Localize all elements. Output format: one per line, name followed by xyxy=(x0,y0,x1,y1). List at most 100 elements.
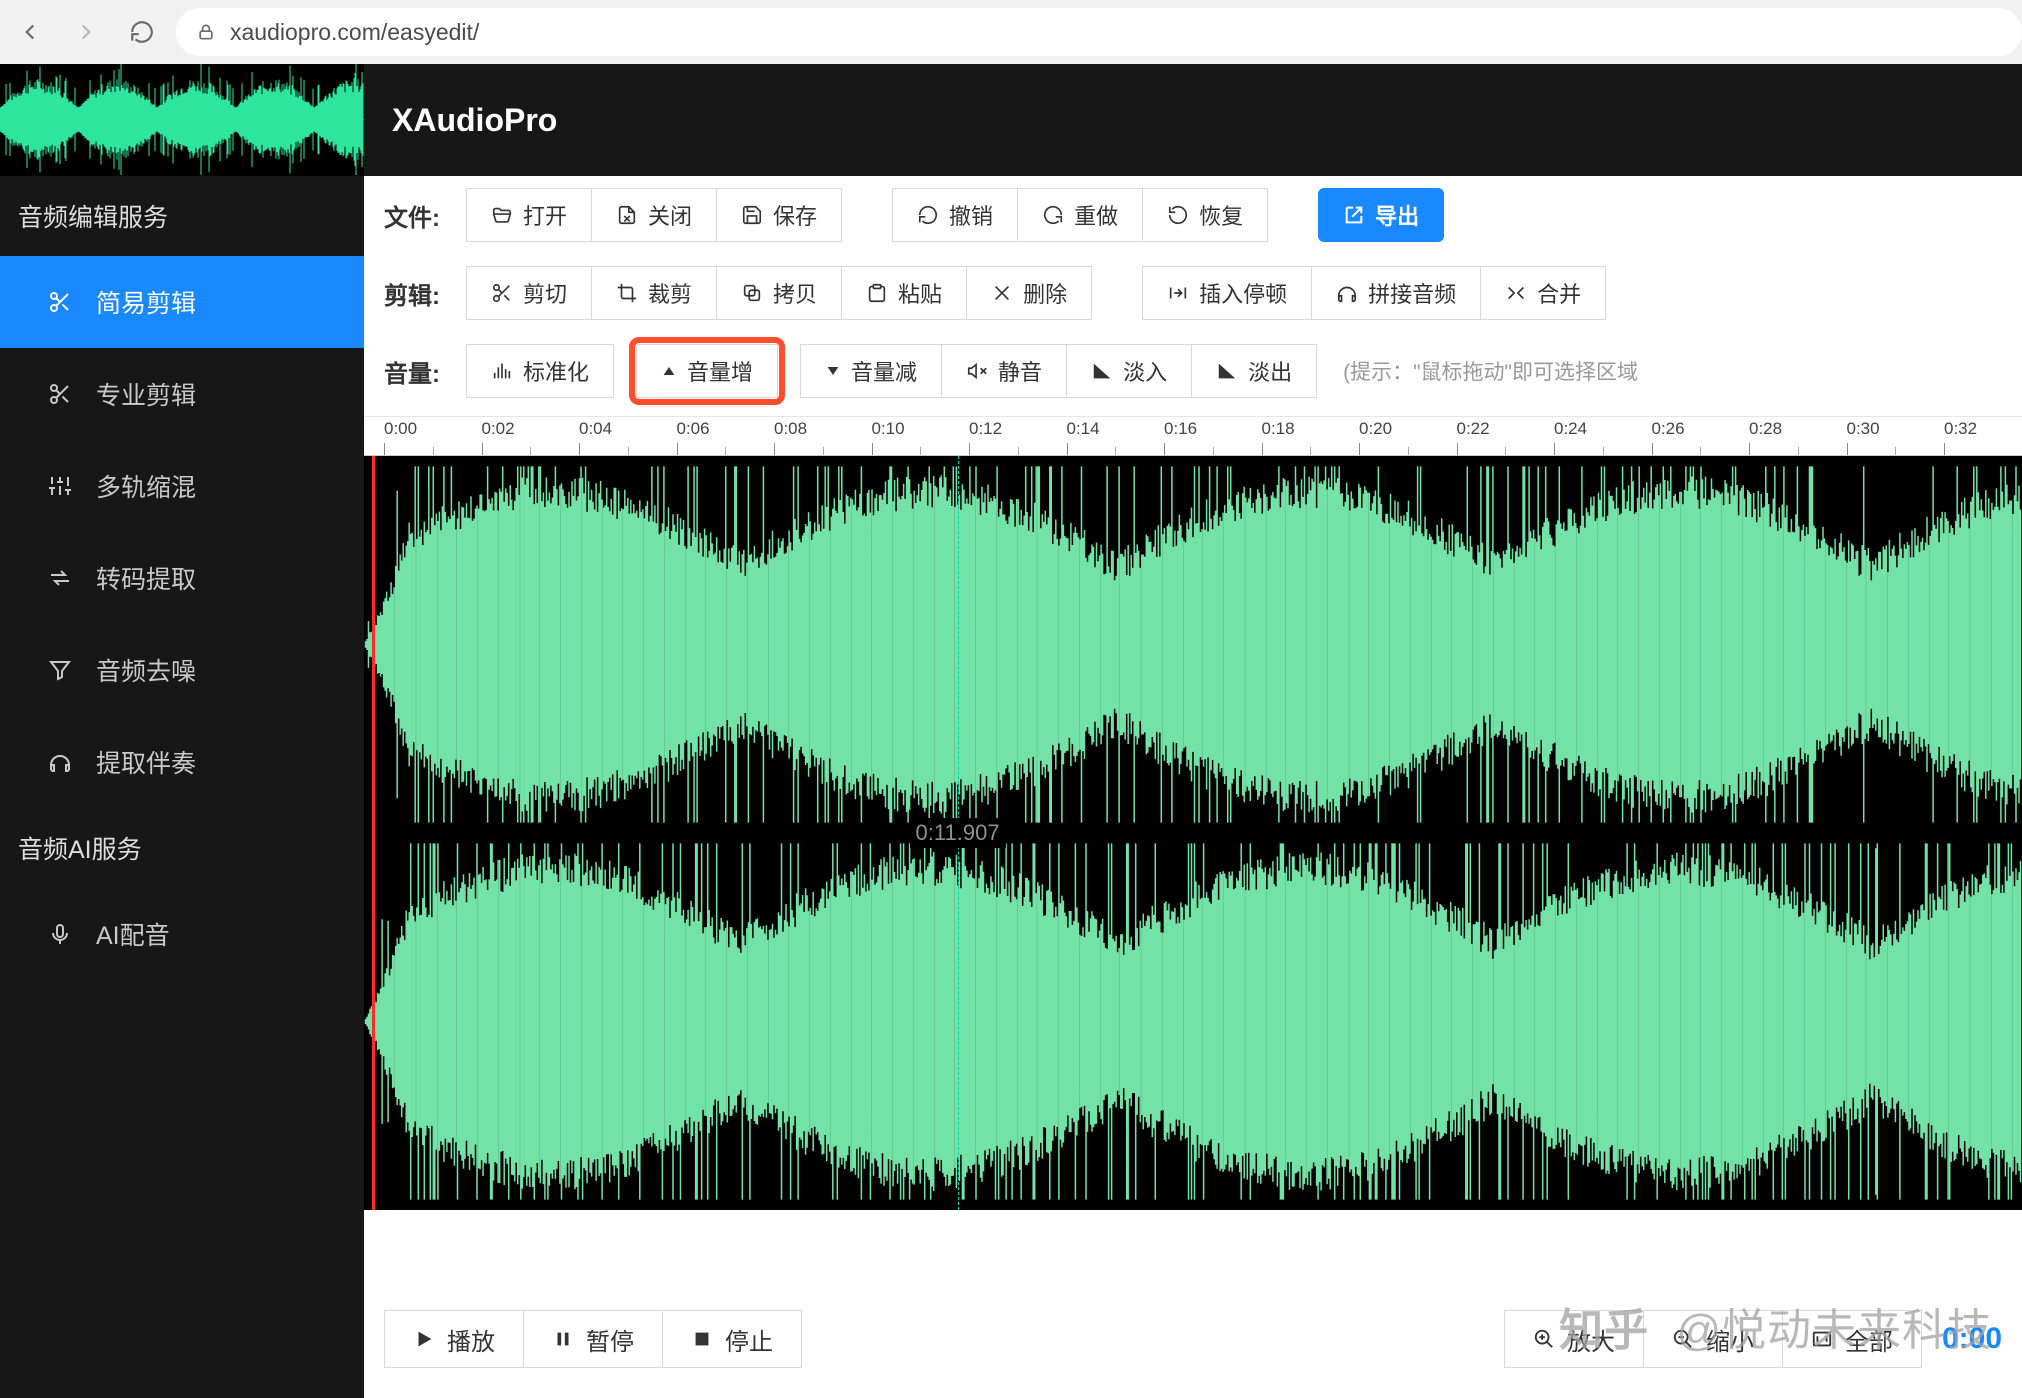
pause-icon xyxy=(552,1328,574,1350)
ruler-label: 0:08 xyxy=(774,419,807,439)
swap-icon xyxy=(46,566,74,590)
playback-row: 播放 暂停 停止 放大 缩小 全部 0:00 xyxy=(384,1304,2002,1374)
cut-button[interactable]: 剪切 xyxy=(466,266,592,320)
browser-bar: xaudiopro.com/easyedit/ xyxy=(0,0,2022,64)
restore-button[interactable]: 恢复 xyxy=(1142,188,1268,242)
export-button[interactable]: 导出 xyxy=(1318,188,1444,242)
sidebar-item-label: 音频去噪 xyxy=(96,652,196,688)
sidebar-item-easyedit[interactable]: 简易剪辑 xyxy=(0,256,364,348)
forward-icon[interactable] xyxy=(64,10,108,54)
clipboard-icon xyxy=(866,282,888,304)
concat-button[interactable]: 拼接音频 xyxy=(1311,266,1481,320)
ruler-label: 0:20 xyxy=(1359,419,1392,439)
file-x-icon xyxy=(616,204,638,226)
ruler-label: 0:10 xyxy=(872,419,905,439)
pause-button[interactable]: 暂停 xyxy=(523,1310,663,1368)
undo-button[interactable]: 撤销 xyxy=(892,188,1018,242)
scissors-icon xyxy=(46,382,74,406)
mic-icon xyxy=(46,922,74,946)
copy-button[interactable]: 拷贝 xyxy=(716,266,842,320)
sidebar-item-proedit[interactable]: 专业剪辑 xyxy=(0,348,364,440)
ruler-label: 0:04 xyxy=(579,419,612,439)
toolbar-file: 文件: 打开 关闭 保存 撤销 重做 恢复 导出 xyxy=(364,176,2022,254)
sidebar-item-label: 转码提取 xyxy=(96,560,196,596)
ruler-label: 0:12 xyxy=(969,419,1002,439)
zoomout-button[interactable]: 缩小 xyxy=(1643,1310,1783,1368)
sliders-icon xyxy=(46,474,74,498)
copy-icon xyxy=(741,282,763,304)
x-icon xyxy=(991,282,1013,304)
start-marker[interactable] xyxy=(372,456,375,1210)
volume-label: 音量: xyxy=(384,354,456,389)
volume-down-button[interactable]: 音量减 xyxy=(800,344,942,398)
delete-button[interactable]: 删除 xyxy=(966,266,1092,320)
ruler-label: 0:16 xyxy=(1164,419,1197,439)
stop-button[interactable]: 停止 xyxy=(662,1310,802,1368)
ruler-label: 0:02 xyxy=(482,419,515,439)
sidebar-item-label: 简易剪辑 xyxy=(96,284,196,320)
sidebar-section-edit: 音频编辑服务 xyxy=(0,176,364,256)
ruler-label: 0:26 xyxy=(1652,419,1685,439)
zoomout-icon xyxy=(1672,1328,1694,1350)
mute-button[interactable]: 静音 xyxy=(941,344,1067,398)
url-bar[interactable]: xaudiopro.com/easyedit/ xyxy=(176,8,2022,56)
ruler-label: 0:32 xyxy=(1944,419,1977,439)
ruler-label: 0:06 xyxy=(677,419,710,439)
normalize-button[interactable]: 标准化 xyxy=(466,344,614,398)
mute-icon xyxy=(966,360,988,382)
merge-button[interactable]: 合并 xyxy=(1480,266,1606,320)
time-ruler[interactable]: 0:000:020:040:060:080:100:120:140:160:18… xyxy=(364,416,2022,456)
sidebar: 音频编辑服务 简易剪辑 专业剪辑 多轨缩混 转码提取 音频去噪 提取伴奏 音频A… xyxy=(0,64,364,1398)
headphones-icon xyxy=(46,750,74,774)
scissors-icon xyxy=(491,282,513,304)
triangle-up-icon xyxy=(661,363,677,379)
redo-button[interactable]: 重做 xyxy=(1017,188,1143,242)
zoomin-button[interactable]: 放大 xyxy=(1504,1310,1644,1368)
zoomall-button[interactable]: 全部 xyxy=(1782,1310,1922,1368)
save-button[interactable]: 保存 xyxy=(716,188,842,242)
toolbar-edit: 剪辑: 剪切 裁剪 拷贝 粘贴 删除 插入停顿 拼接音频 合并 xyxy=(364,254,2022,332)
reload-icon[interactable] xyxy=(120,10,164,54)
edit-label: 剪辑: xyxy=(384,276,456,311)
fadeout-icon xyxy=(1216,360,1238,382)
play-icon xyxy=(413,1328,435,1350)
insert-silence-button[interactable]: 插入停顿 xyxy=(1142,266,1312,320)
highlighted-volup: 音量增 xyxy=(629,337,785,405)
fadeout-button[interactable]: 淡出 xyxy=(1191,344,1317,398)
ruler-label: 0:22 xyxy=(1457,419,1490,439)
back-icon[interactable] xyxy=(8,10,52,54)
headphones-icon xyxy=(1336,282,1358,304)
close-button[interactable]: 关闭 xyxy=(591,188,717,242)
zoomin-icon xyxy=(1533,1328,1555,1350)
sidebar-item-label: AI配音 xyxy=(96,916,170,952)
waveform-area[interactable]: 0:11.907 xyxy=(364,456,2022,1210)
sidebar-item-label: 提取伴奏 xyxy=(96,744,196,780)
playhead-time: 0:11.907 xyxy=(910,818,1006,848)
sidebar-section-ai: 音频AI服务 xyxy=(0,808,364,888)
url-text: xaudiopro.com/easyedit/ xyxy=(230,19,479,46)
history-icon xyxy=(1167,204,1189,226)
sidebar-item-multitrack[interactable]: 多轨缩混 xyxy=(0,440,364,532)
sidebar-item-transcode[interactable]: 转码提取 xyxy=(0,532,364,624)
equalizer-icon xyxy=(491,360,513,382)
folder-open-icon xyxy=(491,204,513,226)
volume-up-button[interactable]: 音量增 xyxy=(636,344,778,398)
insert-icon xyxy=(1167,282,1189,304)
file-label: 文件: xyxy=(384,198,456,233)
sidebar-item-denoise[interactable]: 音频去噪 xyxy=(0,624,364,716)
fadein-button[interactable]: 淡入 xyxy=(1066,344,1192,398)
play-button[interactable]: 播放 xyxy=(384,1310,524,1368)
ruler-label: 0:24 xyxy=(1554,419,1587,439)
open-button[interactable]: 打开 xyxy=(466,188,592,242)
crop-button[interactable]: 裁剪 xyxy=(591,266,717,320)
fadein-icon xyxy=(1091,360,1113,382)
sidebar-item-ai-tts[interactable]: AI配音 xyxy=(0,888,364,980)
stop-icon xyxy=(691,1328,713,1350)
fit-icon xyxy=(1811,1328,1833,1350)
ruler-label: 0:18 xyxy=(1262,419,1295,439)
sidebar-item-label: 专业剪辑 xyxy=(96,376,196,412)
paste-button[interactable]: 粘贴 xyxy=(841,266,967,320)
sidebar-item-vocalremove[interactable]: 提取伴奏 xyxy=(0,716,364,808)
app-title: XAudioPro xyxy=(364,64,2022,176)
redo-icon xyxy=(1042,204,1064,226)
